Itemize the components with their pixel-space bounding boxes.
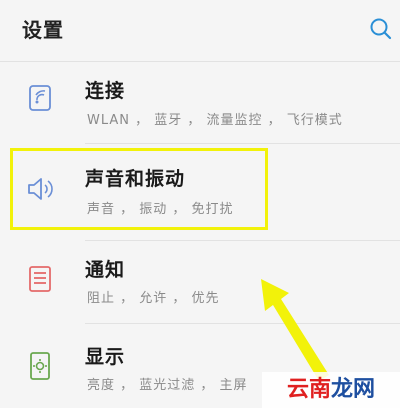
display-icon: [22, 348, 58, 384]
pointer-arrow-icon: [261, 279, 329, 381]
watermark: 云南龙网: [262, 372, 400, 408]
search-icon: [370, 18, 392, 40]
settings-item-notification[interactable]: 通知 阻止 ， 允许 ， 优先: [0, 241, 400, 321]
connection-title: 连接: [85, 80, 126, 102]
notification-icon: [22, 261, 58, 297]
watermark-part1: 云南: [286, 377, 331, 402]
search-button[interactable]: [368, 16, 394, 42]
connection-subtitle: WLAN ， 蓝牙 ， 流量监控 ， 飞行模式: [87, 113, 343, 128]
notification-subtitle: 阻止 ， 允许 ， 优先: [87, 291, 220, 306]
page-title: 设置: [22, 18, 64, 42]
connection-icon: [22, 80, 58, 116]
highlight-box: [10, 148, 268, 230]
watermark-part2: 龙网: [331, 377, 376, 402]
display-subtitle: 亮度 ， 蓝光过滤 ， 主屏: [87, 378, 248, 393]
display-title: 显示: [85, 346, 126, 368]
settings-header: 设置: [0, 0, 400, 60]
notification-title: 通知: [85, 259, 126, 281]
settings-item-connection[interactable]: 连接 WLAN ， 蓝牙 ， 流量监控 ， 飞行模式: [0, 62, 400, 142]
